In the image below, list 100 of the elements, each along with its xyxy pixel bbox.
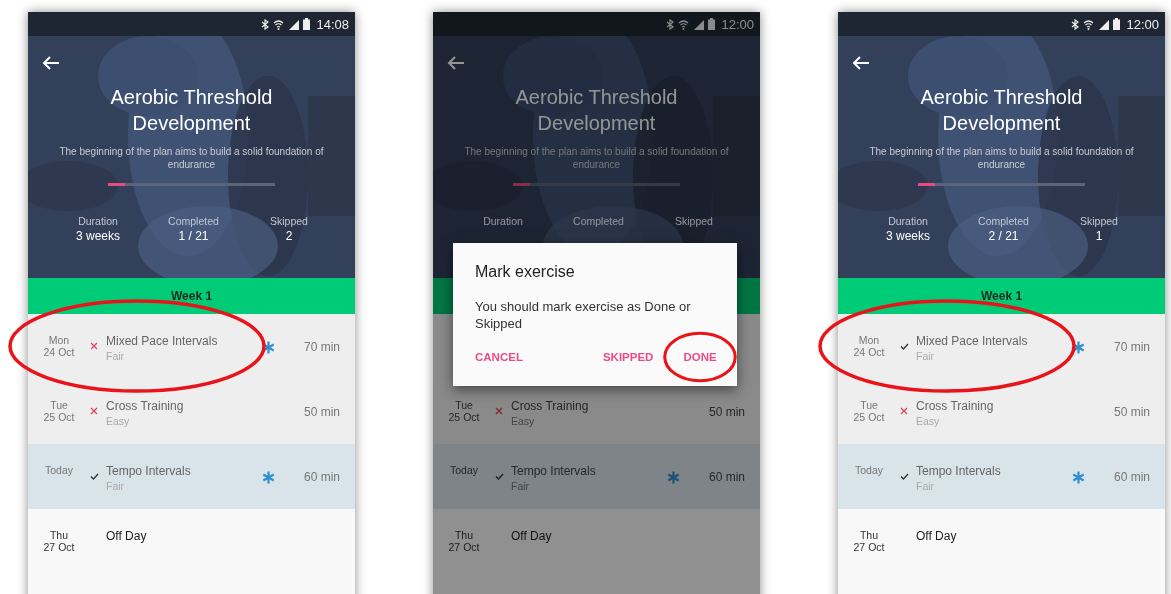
date-label: 24 Oct: [853, 346, 885, 358]
signal-icon: [1098, 18, 1110, 30]
workout-title: Tempo Intervals: [916, 464, 1002, 478]
signal-icon: [693, 18, 705, 30]
plan-description: The beginning of the plan aims to build a solid foundation of endurance: [58, 145, 325, 171]
day-label: Thu: [454, 529, 474, 541]
stat-value: 3 weeks: [886, 229, 930, 243]
workout-title: Cross Training: [916, 399, 995, 413]
workout-intensity: Fair: [106, 350, 126, 362]
workout-row[interactable]: Tue 25 Oct Cross Training Easy 50 min: [838, 379, 1165, 444]
workout-intensity: Fair: [916, 480, 936, 492]
workout-title: Off Day: [916, 529, 958, 543]
status-time: 12:00: [1126, 16, 1159, 32]
day-label: Tue: [50, 399, 68, 411]
stat-value: 2 / 21: [988, 229, 1019, 243]
day-label: Today: [450, 464, 478, 476]
week-label: Week 1: [980, 289, 1023, 303]
workout-intensity: Fair: [106, 480, 126, 492]
date-label: 25 Oct: [853, 411, 885, 423]
workout-duration: 70 min: [302, 339, 341, 354]
workout-duration: 60 min: [1112, 469, 1151, 484]
workout-row[interactable]: Thu 27 Oct Off Day: [433, 509, 760, 589]
workout-intensity: Easy: [511, 415, 536, 427]
day-label: Mon: [858, 334, 880, 346]
workout-title: Mixed Pace Intervals: [916, 334, 1029, 348]
plan-description: The beginning of the plan aims to build a solid foundation of endurance: [463, 145, 730, 171]
workout-title: Cross Training: [106, 399, 185, 413]
workout-duration: 50 min: [1112, 404, 1151, 419]
workout-title: Tempo Intervals: [511, 464, 597, 478]
workout-row[interactable]: Mon 24 Oct Mixed Pace Intervals Fair 70 min: [838, 314, 1165, 379]
dialog-message: You should mark exercise as Done or Skipped: [475, 298, 692, 332]
week-label: Week 1: [170, 289, 213, 303]
workout-row[interactable]: Thu 27 Oct Off Day: [28, 509, 355, 589]
plan-description: The beginning of the plan aims to build a solid foundation of endurance: [868, 145, 1135, 171]
date-label: 27 Oct: [448, 541, 480, 553]
workout-duration: 50 min: [707, 404, 746, 419]
workout-title: Off Day: [511, 529, 553, 543]
date-label: 24 Oct: [43, 346, 75, 358]
day-label: Mon: [48, 334, 70, 346]
workout-row[interactable]: Mon 24 Oct Mixed Pace Intervals Fair 70 min: [28, 314, 355, 379]
workout-duration: 60 min: [707, 469, 746, 484]
stat-value: 1: [1095, 229, 1103, 243]
stat-label: Duration: [483, 215, 523, 227]
stat-label: Duration: [78, 215, 118, 227]
battery-icon: [303, 18, 311, 30]
plan-title: Aerobic Threshold Development: [919, 85, 1084, 136]
signal-icon: [288, 18, 300, 30]
date-label: 27 Oct: [43, 541, 75, 553]
workout-duration: 50 min: [302, 404, 341, 419]
stat-label: Completed: [168, 215, 219, 227]
stat-value: 1 / 21: [178, 229, 209, 243]
workout-intensity: Easy: [106, 415, 131, 427]
day-label: Today: [855, 464, 883, 476]
day-label: Thu: [49, 529, 69, 541]
plan-title: Aerobic Threshold Development: [514, 85, 679, 136]
dialog-button[interactable]: CANCEL: [475, 347, 523, 367]
plan-title: Aerobic Threshold Development: [109, 85, 274, 136]
status-time: 14:08: [316, 16, 349, 32]
date-label: 27 Oct: [853, 541, 885, 553]
workout-row[interactable]: Thu 27 Oct Off Day: [838, 509, 1165, 589]
back-arrow-icon[interactable]: [42, 56, 60, 70]
workout-intensity: Fair: [916, 350, 936, 362]
dialog-button[interactable]: DONE: [683, 347, 717, 367]
workout-row[interactable]: Today Tempo Intervals Fair 60 min: [433, 444, 760, 509]
stat-label: Skipped: [270, 215, 308, 227]
bluetooth-icon: [261, 18, 270, 30]
dialog-title: Mark exercise: [475, 263, 576, 281]
workout-row[interactable]: Today Tempo Intervals Fair 60 min: [28, 444, 355, 509]
date-label: 25 Oct: [43, 411, 75, 423]
battery-icon: [1113, 18, 1121, 30]
back-arrow-icon[interactable]: [447, 56, 465, 70]
date-label: 25 Oct: [448, 411, 480, 423]
wifi-icon: [1083, 18, 1095, 30]
day-label: Thu: [859, 529, 879, 541]
workout-row[interactable]: Tue 25 Oct Cross Training Easy 50 min: [28, 379, 355, 444]
day-label: Today: [45, 464, 73, 476]
workout-title: Off Day: [106, 529, 148, 543]
bluetooth-icon: [1071, 18, 1080, 30]
workout-duration: 60 min: [302, 469, 341, 484]
dialog-button[interactable]: SKIPPED: [602, 347, 654, 367]
stat-label: Duration: [888, 215, 928, 227]
workout-duration: 70 min: [1112, 339, 1151, 354]
wifi-icon: [273, 18, 285, 30]
workout-intensity: Easy: [916, 415, 941, 427]
battery-icon: [708, 18, 716, 30]
day-label: Tue: [860, 399, 878, 411]
workout-title: Mixed Pace Intervals: [106, 334, 219, 348]
status-time: 12:00: [721, 16, 754, 32]
bluetooth-icon: [666, 18, 675, 30]
day-label: Tue: [455, 399, 473, 411]
workout-title: Cross Training: [511, 399, 590, 413]
wifi-icon: [678, 18, 690, 30]
workout-row[interactable]: Today Tempo Intervals Fair 60 min: [838, 444, 1165, 509]
stat-label: Completed: [978, 215, 1029, 227]
stat-label: Skipped: [675, 215, 713, 227]
workout-title: Tempo Intervals: [106, 464, 192, 478]
stat-value: 3 weeks: [76, 229, 120, 243]
stat-value: 2: [285, 229, 293, 243]
back-arrow-icon[interactable]: [852, 56, 870, 70]
stat-label: Completed: [573, 215, 624, 227]
